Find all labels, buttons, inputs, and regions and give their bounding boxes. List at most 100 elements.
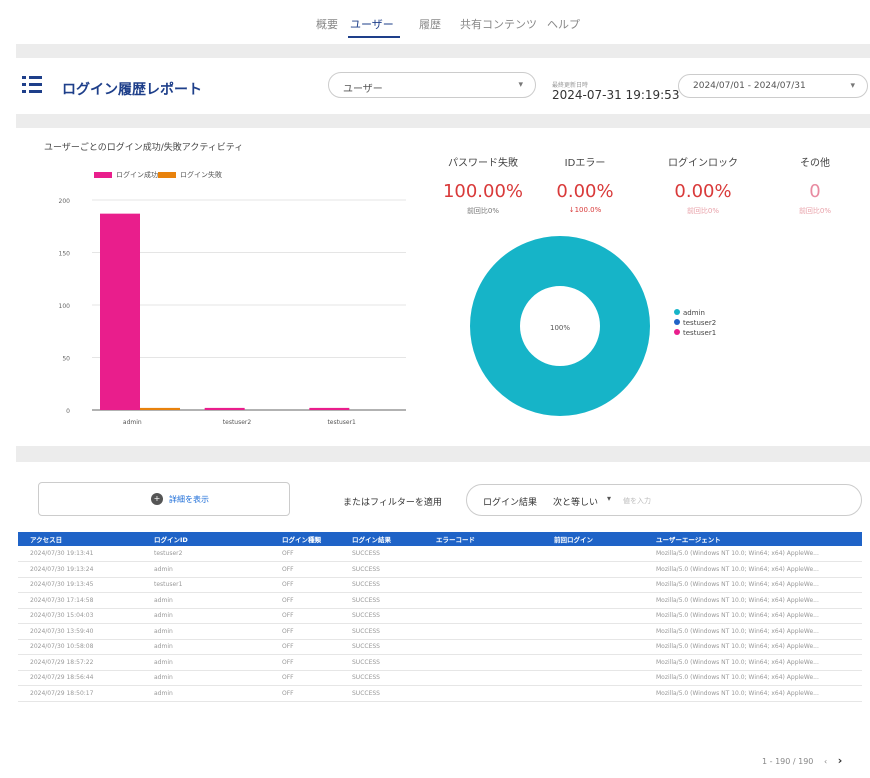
metric-label: パスワード失敗 [448,158,518,169]
date-range-select[interactable]: 2024/07/01 - 2024/07/31 ▾ [678,74,868,98]
table-row[interactable]: 2024/07/29 18:57:22 admin OFF SUCCESS Mozill… [18,654,862,671]
donut-legend-item-testuser2: testuser2 [674,318,716,328]
legend-label-success: ログイン成功 [116,171,158,179]
tab-history[interactable]: 履歴 [419,16,441,32]
table-row[interactable]: 2024/07/30 15:04:03 admin OFF SUCCESS Mozill… [18,608,862,624]
chart-title: ユーザーごとのログイン成功/失敗アクティビティ [44,143,244,153]
table-cell: OFF [270,654,340,671]
table-cell: admin [142,639,270,655]
table-row[interactable]: 2024/07/30 19:13:45 testuser1 OFF SUCCESS Mo… [18,577,862,593]
table-cell: admin [142,608,270,624]
pagination: 1 - 190 / 190 ‹ › [762,754,842,767]
table-cell: Mozilla/5.0 (Windows NT 10.0; Win64; x64… [644,561,862,578]
table-cell [542,670,644,686]
column-header-access-date[interactable]: アクセス日 [18,532,142,546]
table-cell: Mozilla/5.0 (Windows NT 10.0; Win64; x64… [644,577,862,593]
table-cell: Mozilla/5.0 (Windows NT 10.0; Win64; x64… [644,639,862,655]
bar-admin-1 [140,407,180,410]
prev-page-icon[interactable]: ‹ [824,757,827,766]
metric-value: 0 [809,181,821,202]
table-cell: SUCCESS [340,623,424,640]
table-cell: OFF [270,608,340,624]
filter-operator[interactable]: 次と等しい [553,495,598,508]
table-cell: admin [142,623,270,640]
table-cell: 2024/07/30 15:04:03 [18,608,142,624]
legend-swatch-success [94,172,112,178]
user-select[interactable]: ユーザー ▾ [328,72,536,98]
table-cell: SUCCESS [340,577,424,593]
column-header-previous-login[interactable]: 前回ログイン [542,532,644,546]
table-cell: Mozilla/5.0 (Windows NT 10.0; Win64; x64… [644,654,862,671]
table-row[interactable]: 2024/07/30 10:58:08 admin OFF SUCCESS Mozill… [18,639,862,655]
table-cell [542,608,644,624]
table-cell: Mozilla/5.0 (Windows NT 10.0; Win64; x64… [644,670,862,686]
table-cell: OFF [270,592,340,609]
table-cell: OFF [270,639,340,655]
active-tab-indicator [348,36,400,38]
tab-overview[interactable]: 概要 [316,16,338,32]
table-cell: SUCCESS [340,654,424,671]
table-cell [424,561,542,578]
table-cell: SUCCESS [340,546,424,562]
x-tick-label: testuser1 [327,419,356,426]
table-cell: 2024/07/30 19:13:24 [18,561,142,578]
table-cell: admin [142,670,270,686]
table-row[interactable]: 2024/07/29 18:50:17 admin OFF SUCCESS Mozill… [18,685,862,702]
metric-change: ↓100.0% [568,206,602,214]
table-cell: SUCCESS [340,561,424,578]
table-row[interactable]: 2024/07/30 17:14:58 admin OFF SUCCESS Mozill… [18,592,862,609]
table-cell: 2024/07/30 13:59:40 [18,623,142,640]
tab-users[interactable]: ユーザー [350,16,394,32]
filter-hint: またはフィルターを適用 [343,498,442,508]
table-cell: 2024/07/29 18:50:17 [18,685,142,702]
column-header-error-code[interactable]: エラーコード [424,532,542,546]
bar-admin-0 [100,213,140,410]
table-cell [424,577,542,593]
table-row[interactable]: 2024/07/29 18:56:44 admin OFF SUCCESS Mozill… [18,670,862,686]
tab-help[interactable]: ヘルプ [547,16,580,32]
filter-value-input[interactable]: 値を入力 [623,496,651,506]
legend-label-failure: ログイン失敗 [180,171,222,179]
table-cell: SUCCESS [340,608,424,624]
table-cell: SUCCESS [340,685,424,702]
section-divider-band [16,446,870,462]
table-body: 2024/07/30 19:13:41 testuser2 OFF SUCCESS Mo… [18,546,862,702]
column-header-login-id[interactable]: ログインID [142,532,270,546]
table-row[interactable]: 2024/07/30 13:59:40 admin OFF SUCCESS Mozill… [18,623,862,640]
table-cell [542,639,644,655]
table-cell: Mozilla/5.0 (Windows NT 10.0; Win64; x64… [644,546,862,562]
bar-testuser2-0 [204,407,245,410]
table-cell: OFF [270,546,340,562]
user-share-donut-chart: 100% [470,236,650,416]
next-page-icon[interactable]: › [838,754,843,767]
column-header-user-agent[interactable]: ユーザーエージェント [644,532,862,546]
plus-icon: + [151,493,163,505]
column-header-login-result[interactable]: ログイン結果 [340,532,424,546]
show-details-button[interactable]: + 詳細を表示 [38,482,290,516]
metric-id-error: IDエラー 0.00% ↓100.0% [530,154,640,214]
tab-shared-content[interactable]: 共有コンテンツ [460,16,537,32]
donut-center-label: 100% [550,324,570,332]
table-cell [542,546,644,562]
table-cell: 2024/07/29 18:57:22 [18,654,142,671]
table-cell: admin [142,654,270,671]
column-header-login-type[interactable]: ログイン種類 [270,532,340,546]
table-row[interactable]: 2024/07/30 19:13:41 testuser2 OFF SUCCESS Mo… [18,546,862,562]
table-cell: OFF [270,623,340,640]
table-cell [542,623,644,640]
top-navigation: 概要 ユーザー 履歴 共有コンテンツ ヘルプ [0,0,870,42]
table-cell: 2024/07/30 17:14:58 [18,592,142,609]
list-icon[interactable] [22,76,42,94]
filter-bar[interactable]: ログイン結果 次と等しい ▾ 値を入力 [466,484,862,516]
table-cell: 2024/07/30 19:13:41 [18,546,142,562]
filter-field[interactable]: ログイン結果 [483,495,537,508]
legend-swatch-failure [158,172,176,178]
metric-change: 前回比0% [798,207,832,215]
table-cell [424,623,542,640]
chevron-down-icon: ▾ [850,81,855,91]
table-cell: 2024/07/30 19:13:45 [18,577,142,593]
table-cell: 2024/07/30 10:58:08 [18,639,142,655]
table-cell [424,654,542,671]
metric-other: その他 0 前回比0% [760,154,870,216]
table-row[interactable]: 2024/07/30 19:13:24 admin OFF SUCCESS Mozill… [18,561,862,578]
